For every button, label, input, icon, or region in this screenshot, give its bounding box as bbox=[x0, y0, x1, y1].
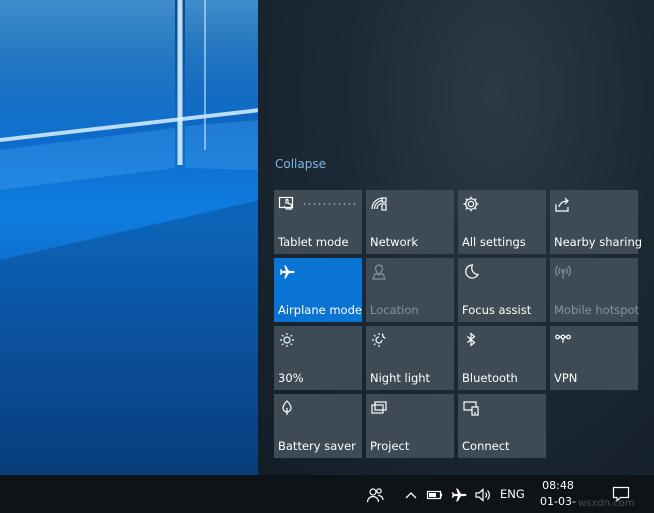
screen: Collapse Tablet mode Network All setting… bbox=[0, 0, 654, 513]
taskbar: ENG 08:48 01-03-2019 bbox=[0, 475, 654, 513]
tile-label: Airplane mode bbox=[278, 303, 362, 317]
tile-all-settings[interactable]: All settings bbox=[458, 190, 546, 254]
tile-nearby-sharing[interactable]: Nearby sharing bbox=[550, 190, 642, 254]
people-icon[interactable] bbox=[366, 486, 384, 504]
connect-icon bbox=[462, 399, 480, 417]
tile-label: Focus assist bbox=[462, 303, 532, 317]
network-icon bbox=[370, 195, 388, 213]
hotspot-icon bbox=[554, 263, 572, 281]
tile-separator-dots bbox=[302, 203, 358, 205]
tile-bluetooth[interactable]: Bluetooth bbox=[458, 326, 546, 390]
gear-icon bbox=[462, 195, 480, 213]
input-language[interactable]: ENG bbox=[500, 487, 525, 501]
tile-battery-saver[interactable]: Battery saver bbox=[274, 394, 362, 458]
tile-label: Battery saver bbox=[278, 439, 356, 453]
tile-focus-assist[interactable]: Focus assist bbox=[458, 258, 546, 322]
airplane-icon[interactable] bbox=[450, 486, 468, 504]
tile-label: Location bbox=[370, 303, 419, 317]
clock-time: 08:48 bbox=[542, 479, 574, 492]
windows-logo-light bbox=[0, 0, 260, 475]
moon-icon bbox=[462, 263, 480, 281]
clock[interactable]: 08:48 01-03-2019 bbox=[532, 478, 584, 513]
tile-label: 30% bbox=[278, 371, 304, 385]
tile-label: Project bbox=[370, 439, 410, 453]
tile-network[interactable]: Network bbox=[366, 190, 454, 254]
airplane-icon bbox=[278, 263, 296, 281]
tile-night-light[interactable]: Night light bbox=[366, 326, 454, 390]
clock-date: 01-03-2019 bbox=[540, 495, 576, 513]
chevron-up-icon[interactable] bbox=[402, 486, 420, 504]
tile-vpn[interactable]: VPN bbox=[550, 326, 638, 390]
battery-icon[interactable] bbox=[426, 486, 444, 504]
vpn-icon bbox=[554, 331, 572, 349]
watermark: wsxdn.com bbox=[578, 498, 635, 509]
tile-label: Mobile hotspot bbox=[554, 303, 640, 317]
tile-label: Nearby sharing bbox=[554, 235, 643, 249]
project-icon bbox=[370, 399, 388, 417]
tile-mobile-hotspot[interactable]: Mobile hotspot bbox=[550, 258, 640, 322]
collapse-link[interactable]: Collapse bbox=[275, 157, 326, 171]
brightness-icon bbox=[278, 331, 296, 349]
tablet-mode-icon bbox=[278, 195, 296, 213]
bluetooth-icon bbox=[462, 331, 480, 349]
nearby-sharing-icon bbox=[554, 195, 572, 213]
tile-brightness[interactable]: 30% bbox=[274, 326, 362, 390]
tile-tablet-mode[interactable]: Tablet mode bbox=[274, 190, 362, 254]
battery-saver-icon bbox=[278, 399, 296, 417]
tile-label: Tablet mode bbox=[278, 235, 349, 249]
tile-project[interactable]: Project bbox=[366, 394, 454, 458]
tile-label: Night light bbox=[370, 371, 431, 385]
tile-label: Connect bbox=[462, 439, 510, 453]
tile-label: Bluetooth bbox=[462, 371, 518, 385]
desktop-wallpaper bbox=[0, 0, 260, 475]
volume-icon[interactable] bbox=[474, 486, 492, 504]
tile-label: Network bbox=[370, 235, 419, 249]
night-light-icon bbox=[370, 331, 388, 349]
location-icon bbox=[370, 263, 388, 281]
tile-label: All settings bbox=[462, 235, 526, 249]
tile-location[interactable]: Location bbox=[366, 258, 454, 322]
tile-connect[interactable]: Connect bbox=[458, 394, 546, 458]
tile-airplane-mode[interactable]: Airplane mode bbox=[274, 258, 362, 322]
action-center: Collapse Tablet mode Network All setting… bbox=[258, 0, 654, 475]
tile-label: VPN bbox=[554, 371, 578, 385]
